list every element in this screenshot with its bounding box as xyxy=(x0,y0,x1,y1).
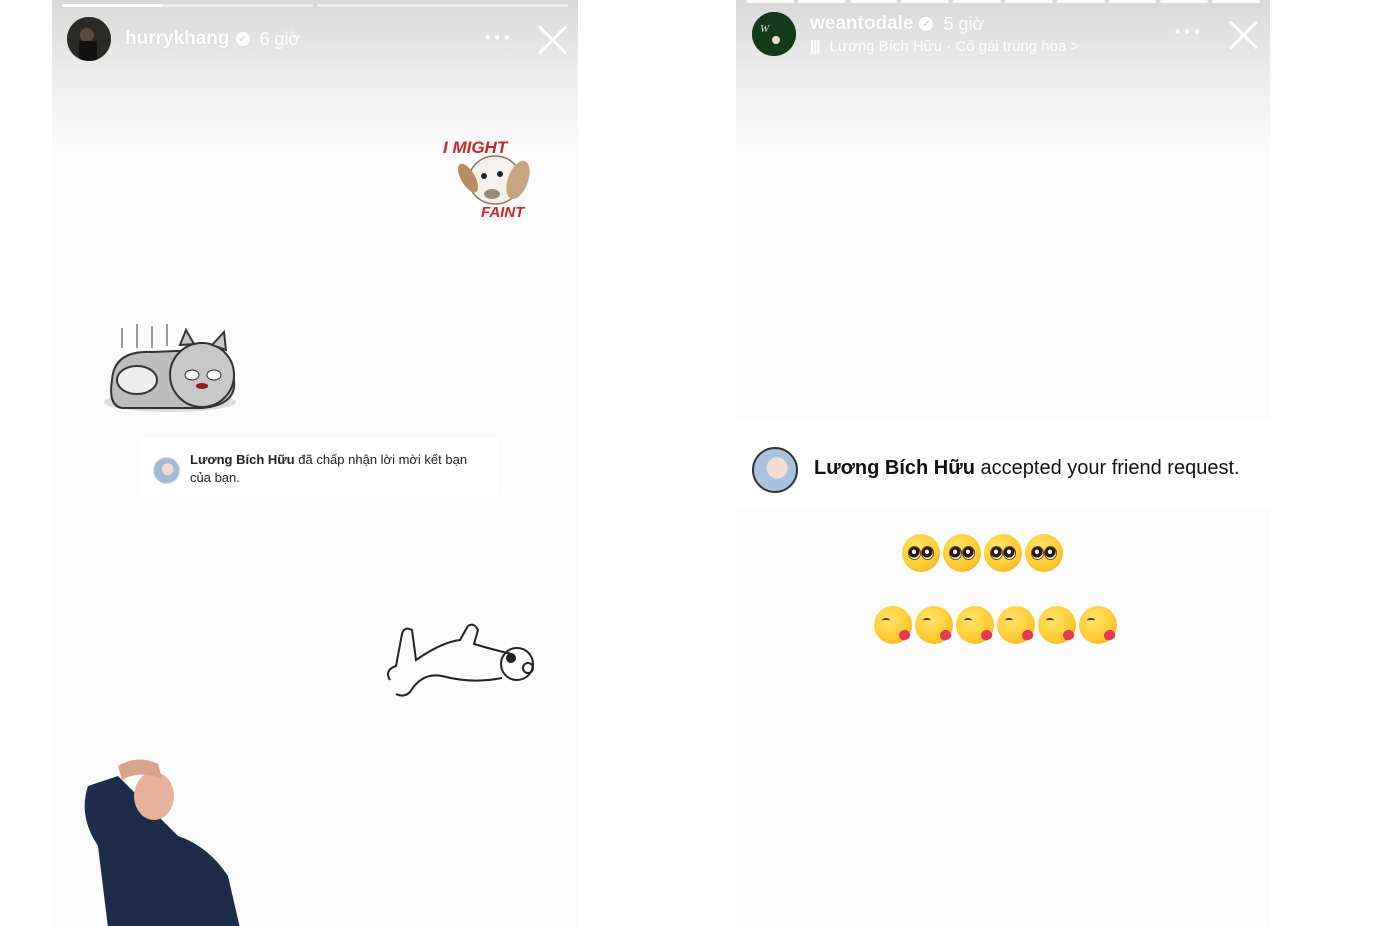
verified-badge-icon: ✓ xyxy=(235,32,250,46)
avatar-logo: W xyxy=(752,12,796,56)
progress-segment xyxy=(1056,0,1105,3)
friend-name: Lương Bích Hữu xyxy=(190,452,295,467)
progress-segment xyxy=(1108,0,1157,3)
lying-bear-sticker[interactable] xyxy=(382,620,542,700)
post-time: 5 giờ xyxy=(943,13,985,34)
music-info[interactable]: ||| Lương Bích Hữu · Cô gái trung hoa > xyxy=(810,38,1079,55)
story-panel-left[interactable]: hurrykhang ✓ 6 giờ ··· I MIGHT FAINT Lươ… xyxy=(52,0,578,926)
more-options-icon[interactable]: ··· xyxy=(484,22,513,53)
music-title: Lương Bích Hữu · Cô gái trung hoa > xyxy=(829,38,1080,55)
music-bars-icon: ||| xyxy=(810,38,821,55)
person-facepalm-sticker[interactable] xyxy=(58,756,248,926)
username[interactable]: weantodale xyxy=(810,13,913,35)
face-blowing-kiss-icon xyxy=(956,606,994,644)
face-blowing-kiss-icon xyxy=(997,606,1035,644)
avatar[interactable] xyxy=(67,17,111,61)
story-progress-bar xyxy=(62,4,568,7)
notification-text: Lương Bích Hữu đã chấp nhận lời mời kết … xyxy=(190,451,490,487)
sticker-text-faint: FAINT xyxy=(481,204,525,221)
friend-accept-notification[interactable]: Lương Bích Hữu đã chấp nhận lời mời kết … xyxy=(140,438,498,496)
avatar[interactable]: W xyxy=(752,12,796,56)
pleading-face-icon xyxy=(902,534,940,572)
story-panel-right[interactable]: W weantodale ✓ 5 giờ ||| Lương Bích Hữu … xyxy=(736,0,1270,926)
friend-name: Lương Bích Hữu xyxy=(814,457,975,479)
progress-segment xyxy=(849,0,898,3)
close-icon[interactable] xyxy=(1228,20,1258,50)
verified-badge-icon: ✓ xyxy=(919,17,934,31)
friend-avatar xyxy=(752,447,798,493)
header-text: weantodale ✓ 5 giờ ||| Lương Bích Hữu · … xyxy=(796,13,1079,55)
face-blowing-kiss-icon xyxy=(1038,606,1076,644)
kiss-emoji-row xyxy=(874,606,1117,644)
post-time: 6 giờ xyxy=(259,28,301,49)
story-header: W weantodale ✓ 5 giờ ||| Lương Bích Hữu … xyxy=(752,12,1079,56)
notification-message: accepted your friend request. xyxy=(980,457,1240,479)
friend-avatar xyxy=(153,457,180,484)
progress-segment xyxy=(62,4,313,7)
pleading-face-icon xyxy=(984,534,1022,572)
more-options-icon[interactable]: ··· xyxy=(1174,16,1203,47)
story-header: hurrykhang ✓ 6 giờ xyxy=(67,17,300,61)
progress-segment xyxy=(746,0,794,3)
svg-text:W: W xyxy=(760,23,770,35)
progress-segment xyxy=(1212,0,1260,3)
crying-cat-sticker[interactable] xyxy=(102,320,244,420)
progress-segment xyxy=(953,0,1001,3)
close-icon[interactable] xyxy=(537,25,567,55)
story-progress-bar xyxy=(746,0,1260,3)
progress-segment xyxy=(797,0,846,3)
progress-segment xyxy=(901,0,950,3)
notification-text: Lương Bích Hữu accepted your friend requ… xyxy=(814,457,1240,480)
pleading-emoji-row xyxy=(902,534,1063,572)
face-blowing-kiss-icon xyxy=(1079,606,1117,644)
face-blowing-kiss-icon xyxy=(915,606,953,644)
friend-accept-notification[interactable]: Lương Bích Hữu accepted your friend requ… xyxy=(736,420,1270,508)
goat-sticker[interactable]: I MIGHT FAINT xyxy=(440,134,540,226)
face-blowing-kiss-icon xyxy=(874,606,912,644)
username[interactable]: hurrykhang xyxy=(125,28,230,50)
progress-segment xyxy=(1004,0,1053,3)
progress-segment xyxy=(317,4,568,7)
progress-segment xyxy=(1160,0,1209,3)
avatar-photo xyxy=(67,17,111,61)
pleading-face-icon xyxy=(943,534,981,572)
pleading-face-icon xyxy=(1025,534,1063,572)
